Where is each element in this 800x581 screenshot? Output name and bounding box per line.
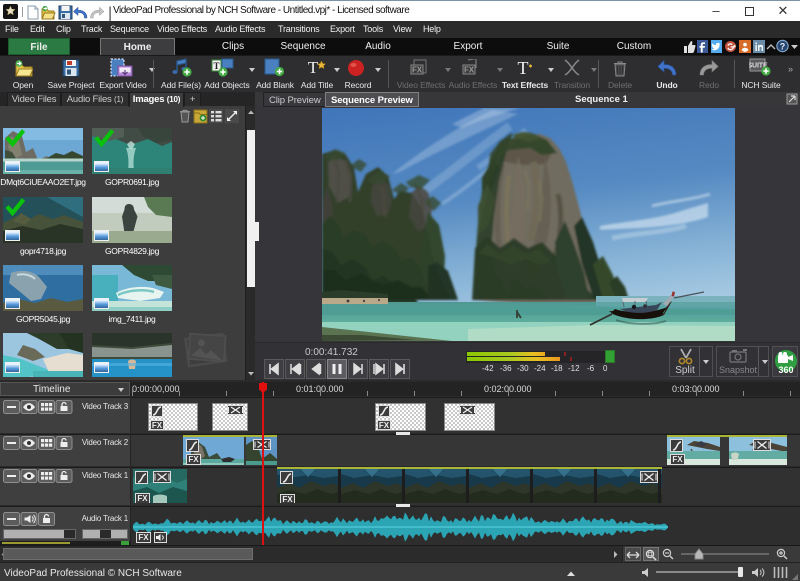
svg-text:FX: FX — [412, 66, 423, 75]
svg-text:T: T — [214, 61, 220, 71]
svg-text:360: 360 — [778, 365, 793, 375]
svg-text:T: T — [308, 58, 319, 77]
svg-text:?: ? — [780, 42, 786, 52]
svg-text:FX: FX — [464, 66, 475, 75]
svg-text:T: T — [518, 58, 529, 78]
